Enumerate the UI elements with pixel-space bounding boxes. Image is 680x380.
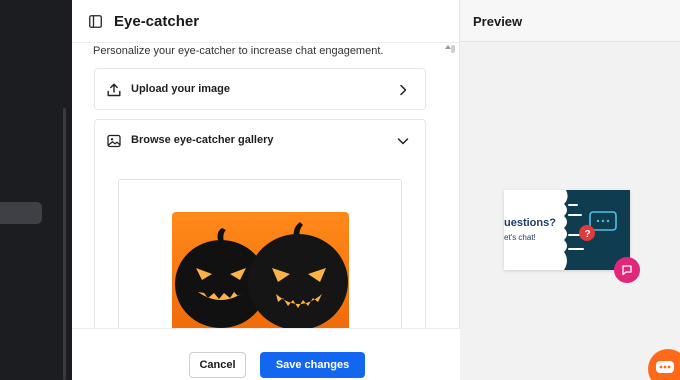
chat-launcher-button[interactable] (648, 349, 680, 380)
gallery-label[interactable]: Browse eye-catcher gallery (131, 134, 273, 146)
save-changes-button[interactable]: Save changes (260, 352, 365, 378)
upload-icon (107, 83, 121, 97)
preview-title: Preview (473, 14, 523, 29)
catcher-subline: et's chat! (504, 233, 536, 242)
eye-catcher-preview[interactable]: uestions? et's chat! ? (504, 190, 630, 270)
preview-pane: Preview uestions? et's chat! ? (460, 0, 680, 380)
backdrop-scrollbar[interactable] (63, 108, 66, 380)
chat-launcher-icon (656, 361, 674, 373)
panel-footer: Cancel Save changes (72, 328, 460, 380)
message-icon (622, 265, 632, 276)
chevron-down-icon[interactable] (397, 135, 409, 147)
eye-catcher-panel: Eye-catcher Personalize your eye-catcher… (72, 0, 460, 380)
image-icon (107, 134, 121, 148)
panel-header: Eye-catcher (72, 0, 460, 43)
upload-image-label: Upload your image (131, 83, 231, 95)
panel-title: Eye-catcher (114, 13, 200, 30)
panel-scrollbar[interactable] (451, 45, 455, 53)
backdrop (0, 0, 72, 380)
preview-header: Preview (460, 0, 680, 42)
sidebar-toggle-icon[interactable] (89, 15, 102, 28)
catcher-text-area: uestions? et's chat! (504, 190, 564, 270)
chat-bubble-icon[interactable] (614, 257, 640, 283)
chevron-right-icon (400, 84, 407, 96)
backdrop-pill (0, 202, 42, 224)
halloween-pumpkin-image (172, 212, 349, 332)
catcher-headline: uestions? (504, 217, 556, 229)
panel-description: Personalize your eye-catcher to increase… (93, 45, 384, 57)
svg-text:?: ? (585, 229, 591, 240)
cancel-button[interactable]: Cancel (189, 352, 246, 378)
upload-image-card[interactable]: Upload your image (94, 68, 426, 110)
